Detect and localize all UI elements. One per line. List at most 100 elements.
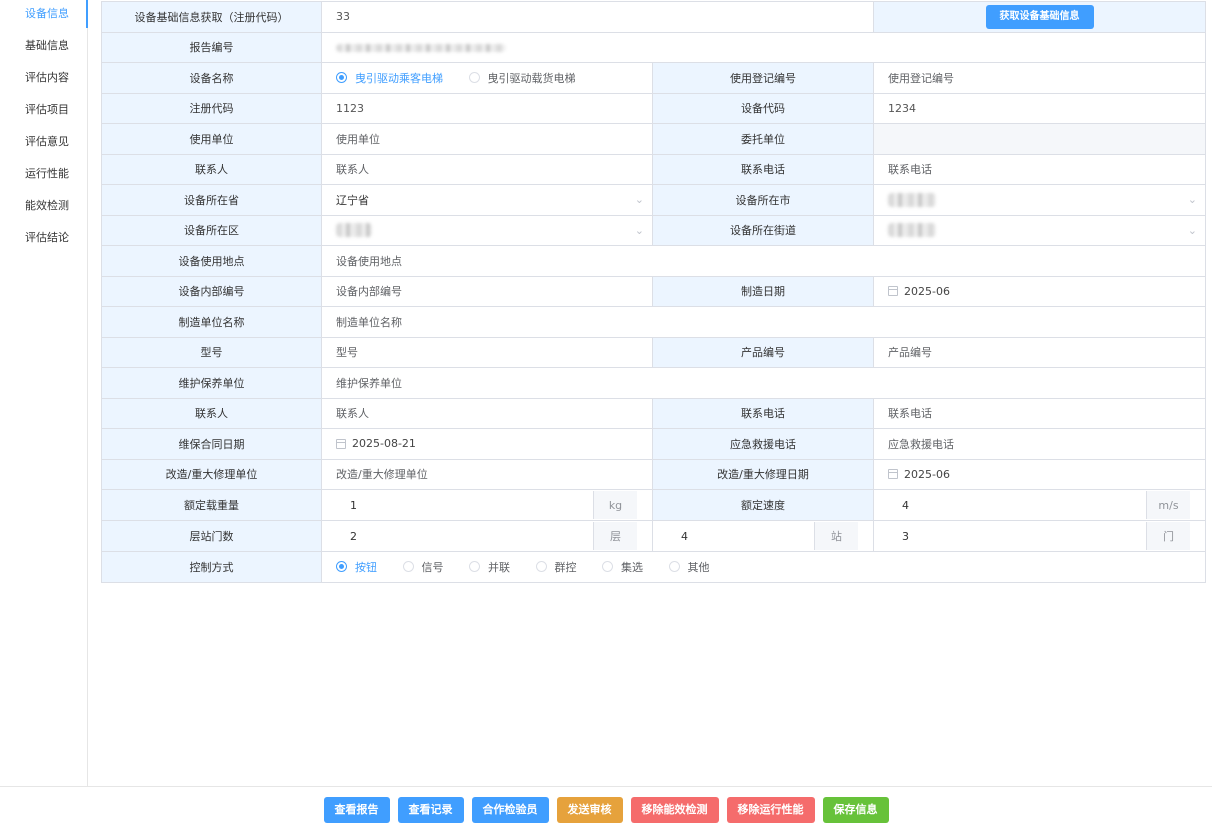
product-no-input[interactable]: 产品编号: [873, 336, 1206, 368]
speed-input[interactable]: 4 m/s: [873, 489, 1206, 521]
remove-energy-test-button[interactable]: 移除能效检测: [630, 797, 719, 823]
manufacturer-input[interactable]: 制造单位名称: [321, 306, 1206, 338]
user-unit-label: 使用单位: [101, 123, 322, 155]
maint-contract-date-picker[interactable]: 2025-08-21: [321, 428, 653, 460]
maint-unit-input[interactable]: 维护保养单位: [321, 367, 1206, 399]
sidebar-item-energy-test[interactable]: 能效检测: [0, 192, 87, 224]
stations-unit: 站: [814, 522, 858, 550]
doors-input[interactable]: 3门: [873, 520, 1206, 552]
chevron-down-icon: ⌄: [1187, 223, 1197, 237]
use-reg-no-input[interactable]: 使用登记编号: [873, 62, 1206, 94]
radio-passenger-elevator[interactable]: 曳引驱动乘客电梯: [336, 70, 443, 86]
emergency-input[interactable]: 应急救援电话: [873, 428, 1206, 460]
city-select[interactable]: ⌄: [873, 184, 1206, 216]
sidebar-item-eval-opinion[interactable]: 评估意见: [0, 128, 87, 160]
contact-label: 联系人: [101, 153, 322, 185]
radio-dot: [469, 561, 480, 572]
phone-label: 联系电话: [652, 153, 874, 185]
maint-contract-value: 2025-08-21: [352, 437, 416, 451]
sidebar-item-device-info[interactable]: 设备信息: [0, 0, 88, 32]
use-reg-no-label: 使用登记编号: [652, 62, 874, 94]
report-no-input[interactable]: [321, 31, 1206, 63]
load-value: 1: [350, 498, 357, 512]
maint-contact-label: 联系人: [101, 397, 322, 429]
control-radio-group: 按钮 信号 并联 群控 集选 其他: [321, 551, 1206, 583]
floors-unit: 层: [593, 522, 637, 550]
redacted-report-no: [336, 43, 506, 52]
radio-dot: [535, 561, 547, 572]
radio-control-parallel[interactable]: 并联: [469, 559, 510, 575]
calendar-icon: [888, 286, 898, 297]
redacted-district: [336, 223, 372, 238]
contact-input[interactable]: 联系人: [321, 153, 653, 185]
stations-value: 4: [681, 529, 688, 543]
user-unit-input[interactable]: 使用单位: [321, 123, 653, 155]
maint-contact-input[interactable]: 联系人: [321, 397, 653, 429]
district-label: 设备所在区: [101, 214, 322, 246]
device-code-input[interactable]: 1234: [873, 92, 1206, 124]
speed-value: 4: [902, 498, 909, 512]
footer-action-bar: 查看报告 查看记录 合作检验员 发送审核 移除能效检测 移除运行性能 保存信息: [0, 786, 1212, 833]
speed-unit: m/s: [1146, 491, 1190, 519]
radio-control-other[interactable]: 其他: [668, 559, 710, 575]
product-no-label: 产品编号: [652, 336, 874, 368]
co-inspector-button[interactable]: 合作检验员: [471, 797, 549, 823]
load-unit: kg: [593, 491, 637, 519]
calendar-icon: [336, 438, 346, 449]
sidebar-item-basic-info[interactable]: 基础信息: [0, 32, 87, 64]
device-name-label: 设备名称: [101, 62, 322, 94]
repair-unit-label: 改造/重大修理单位: [101, 458, 322, 490]
doors-value: 3: [902, 529, 909, 543]
repair-date-picker[interactable]: 2025-06: [873, 458, 1206, 490]
floors-label: 层站门数: [101, 520, 322, 552]
main-panel: 设备基础信息获取（注册代码） 33 获取设备基础信息 报告编号 设备名称 曳引驱…: [88, 0, 1212, 786]
emergency-label: 应急救援电话: [652, 428, 874, 460]
radio-control-collective[interactable]: 集选: [602, 559, 643, 575]
radio-control-group[interactable]: 群控: [535, 559, 577, 575]
phone-input[interactable]: 联系电话: [873, 153, 1206, 185]
model-input[interactable]: 型号: [321, 336, 653, 368]
province-select[interactable]: 辽宁省 ⌄: [321, 184, 653, 216]
manufacturer-label: 制造单位名称: [101, 306, 322, 338]
remove-run-performance-button[interactable]: 移除运行性能: [726, 797, 815, 823]
maint-phone-label: 联系电话: [652, 397, 874, 429]
doors-unit: 门: [1146, 522, 1190, 550]
fetch-reg-code-input[interactable]: 33: [321, 1, 874, 33]
save-info-button[interactable]: 保存信息: [822, 797, 889, 823]
floors-value: 2: [350, 529, 357, 543]
reg-code-input[interactable]: 1123: [321, 92, 653, 124]
send-review-button[interactable]: 发送审核: [556, 797, 623, 823]
entrust-unit-input: [873, 123, 1206, 155]
sidebar-item-eval-items[interactable]: 评估项目: [0, 96, 87, 128]
internal-no-label: 设备内部编号: [101, 275, 322, 307]
view-records-button[interactable]: 查看记录: [397, 797, 464, 823]
maint-phone-input[interactable]: 联系电话: [873, 397, 1206, 429]
sidebar-item-eval-content[interactable]: 评估内容: [0, 64, 87, 96]
radio-freight-elevator[interactable]: 曳引驱动载货电梯: [468, 70, 576, 86]
internal-no-input[interactable]: 设备内部编号: [321, 275, 653, 307]
view-report-button[interactable]: 查看报告: [323, 797, 390, 823]
radio-control-signal[interactable]: 信号: [402, 559, 444, 575]
location-input[interactable]: 设备使用地点: [321, 245, 1206, 277]
street-label: 设备所在街道: [652, 214, 874, 246]
floors-input[interactable]: 2层: [321, 520, 653, 552]
entrust-unit-label: 委托单位: [652, 123, 874, 155]
speed-label: 额定速度: [652, 489, 874, 521]
mfg-date-picker[interactable]: 2025-06: [873, 275, 1206, 307]
radio-control-button[interactable]: 按钮: [336, 559, 377, 575]
report-no-label: 报告编号: [101, 31, 322, 63]
stations-input[interactable]: 4站: [652, 520, 874, 552]
repair-unit-input[interactable]: 改造/重大修理单位: [321, 458, 653, 490]
province-value: 辽宁省: [336, 193, 369, 207]
radio-dot: [336, 561, 347, 572]
fetch-device-info-button[interactable]: 获取设备基础信息: [985, 4, 1094, 29]
street-select[interactable]: ⌄: [873, 214, 1206, 246]
maint-contract-label: 维保合同日期: [101, 428, 322, 460]
radio-dot: [468, 72, 480, 83]
sidebar-item-run-performance[interactable]: 运行性能: [0, 160, 87, 192]
sidebar-item-eval-conclusion[interactable]: 评估结论: [0, 224, 87, 256]
district-select[interactable]: ⌄: [321, 214, 653, 246]
repair-date-value: 2025-06: [904, 467, 950, 481]
device-name-radio-group: 曳引驱动乘客电梯 曳引驱动载货电梯: [321, 62, 653, 94]
load-input[interactable]: 1 kg: [321, 489, 653, 521]
